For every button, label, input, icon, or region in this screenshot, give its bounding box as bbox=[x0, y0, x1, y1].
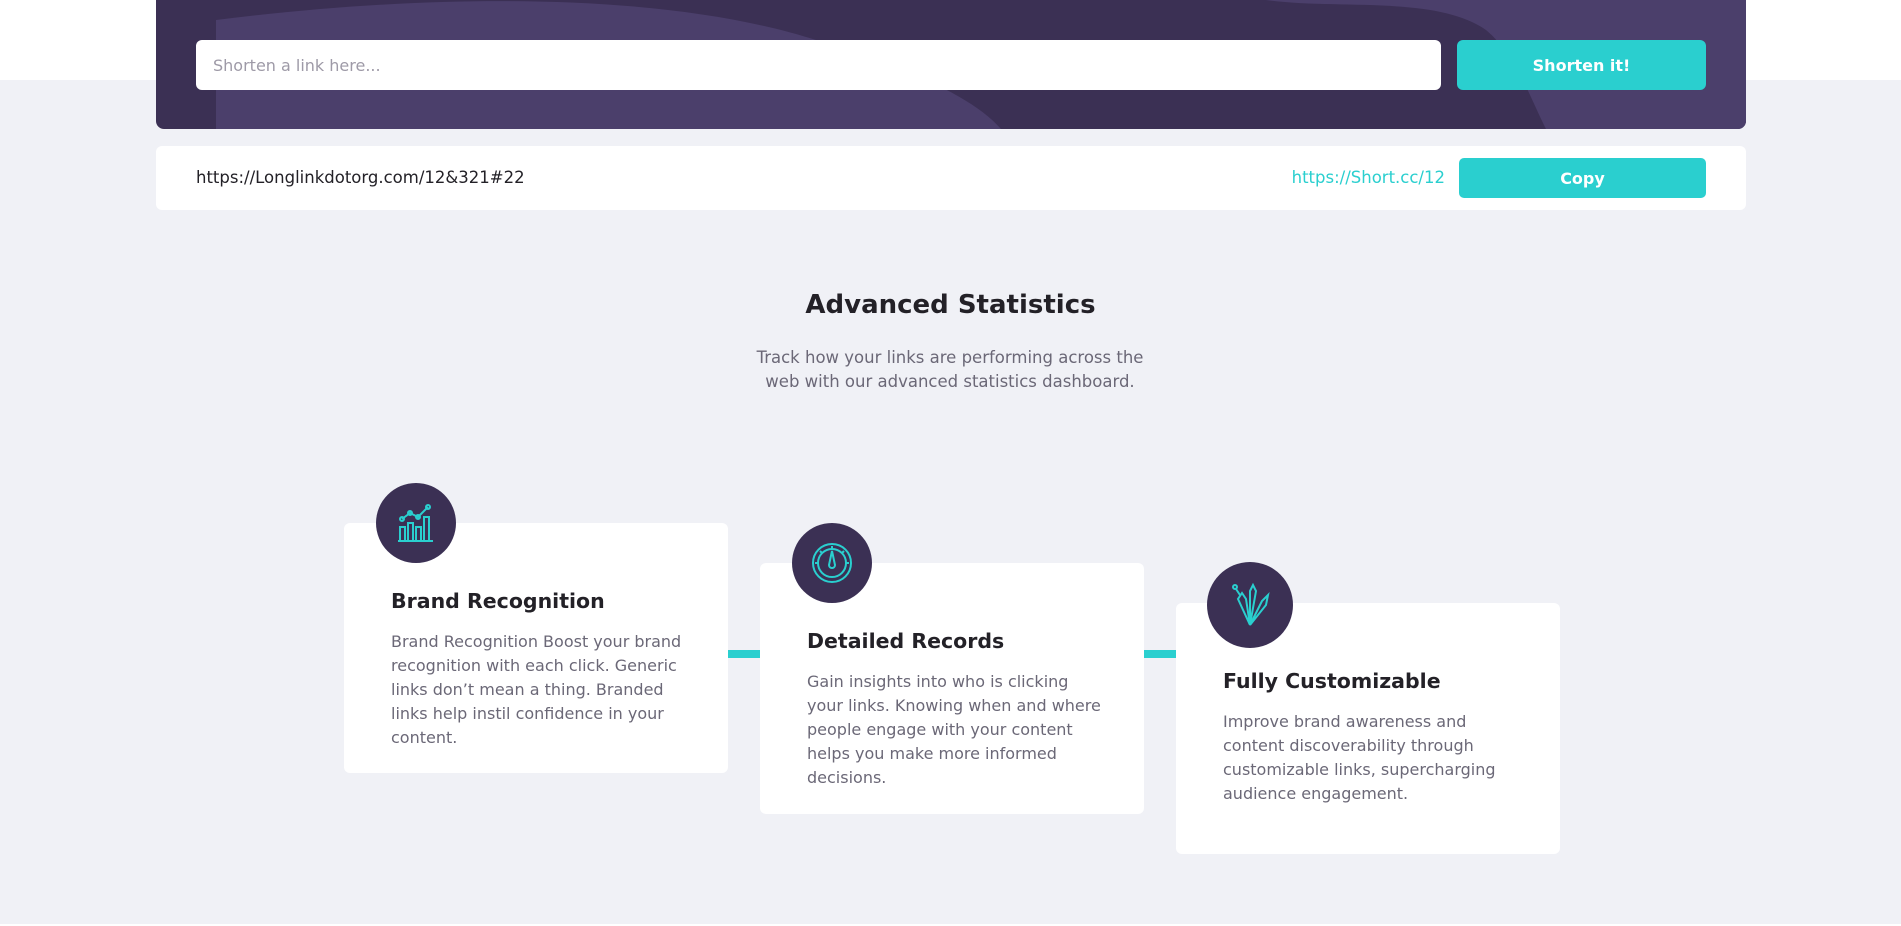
shorten-button[interactable]: Shorten it! bbox=[1457, 40, 1706, 90]
card-brand-recognition: Brand Recognition Brand Recognition Boos… bbox=[344, 483, 728, 773]
card-detailed-records: Detailed Records Gain insights into who … bbox=[760, 523, 1144, 814]
card-text: Brand Recognition Boost your brand recog… bbox=[391, 632, 682, 747]
section-subtitle: Track how your links are performing acro… bbox=[756, 348, 1144, 391]
shorten-panel: Shorten it! bbox=[156, 0, 1746, 129]
card-text: Gain insights into who is clicking your … bbox=[807, 672, 1101, 787]
card-fully-customizable: Fully Customizable Improve brand awarene… bbox=[1176, 562, 1560, 854]
card-icon-circle bbox=[376, 483, 456, 563]
shorten-input[interactable] bbox=[196, 40, 1441, 90]
shortened-link-row: https://Longlinkdotorg.com/12&321#22 htt… bbox=[156, 146, 1746, 210]
card-connector bbox=[1144, 650, 1176, 658]
card-icon-circle bbox=[792, 523, 872, 603]
short-url[interactable]: https://Short.cc/12 bbox=[1292, 168, 1445, 187]
section-title: Advanced Statistics bbox=[805, 290, 1096, 320]
card-title: Detailed Records bbox=[807, 629, 1005, 653]
card-title: Fully Customizable bbox=[1223, 669, 1441, 693]
card-title: Brand Recognition bbox=[391, 589, 605, 613]
card-text: Improve brand awareness and content disc… bbox=[1223, 712, 1496, 803]
card-connector bbox=[728, 650, 760, 658]
copy-button[interactable]: Copy bbox=[1459, 158, 1706, 198]
card-icon-circle bbox=[1207, 562, 1293, 648]
original-url: https://Longlinkdotorg.com/12&321#22 bbox=[196, 168, 525, 187]
bar-chart-icon bbox=[398, 504, 433, 542]
pens-icon bbox=[1232, 582, 1270, 626]
speedometer-icon bbox=[812, 543, 852, 583]
